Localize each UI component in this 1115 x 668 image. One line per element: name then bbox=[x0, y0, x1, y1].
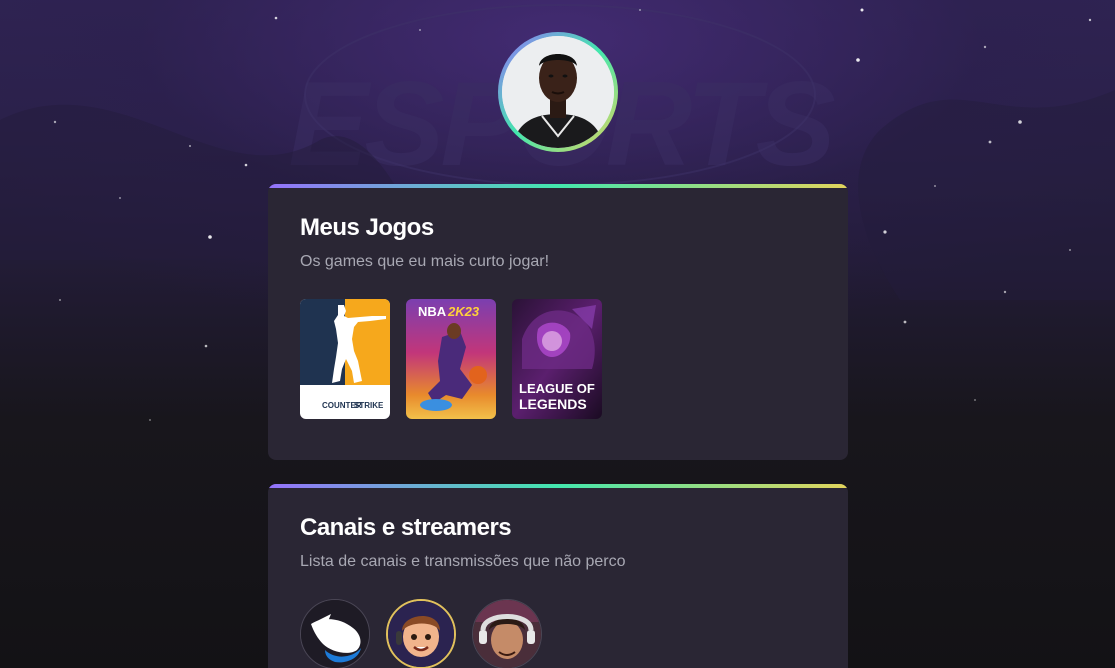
channels-title: Canais e streamers bbox=[300, 514, 512, 541]
nba-2k-label: 2K23 bbox=[447, 304, 480, 319]
profile-avatar-ring bbox=[498, 32, 618, 152]
channels-card: Canais e streamers Lista de canais e tra… bbox=[268, 484, 848, 668]
nba-label: NBA bbox=[418, 304, 447, 319]
profile-avatar bbox=[502, 36, 614, 148]
lol-label-top: LEAGUE OF bbox=[519, 381, 595, 396]
lol-label-bottom: LEGENDS bbox=[519, 396, 587, 412]
game-league-of-legends[interactable]: LEAGUE OF LEGENDS bbox=[512, 299, 602, 419]
games-card: Meus Jogos Os games que eu mais curto jo… bbox=[268, 184, 848, 460]
channels-subtitle: Lista de canais e transmissões que não p… bbox=[300, 553, 626, 570]
game-nba-2k23[interactable]: NBA 2K23 bbox=[406, 299, 496, 419]
channel-avatar-2[interactable] bbox=[386, 599, 456, 668]
games-subtitle: Os games que eu mais curto jogar! bbox=[300, 253, 550, 270]
games-title: Meus Jogos bbox=[300, 214, 434, 241]
channel-avatar-1[interactable] bbox=[300, 599, 370, 668]
game-counter-strike[interactable]: COUNTER STRIKE bbox=[300, 299, 390, 419]
channel-avatar-3[interactable] bbox=[472, 599, 542, 668]
counter-strike-label-2: STRIKE bbox=[354, 401, 384, 410]
